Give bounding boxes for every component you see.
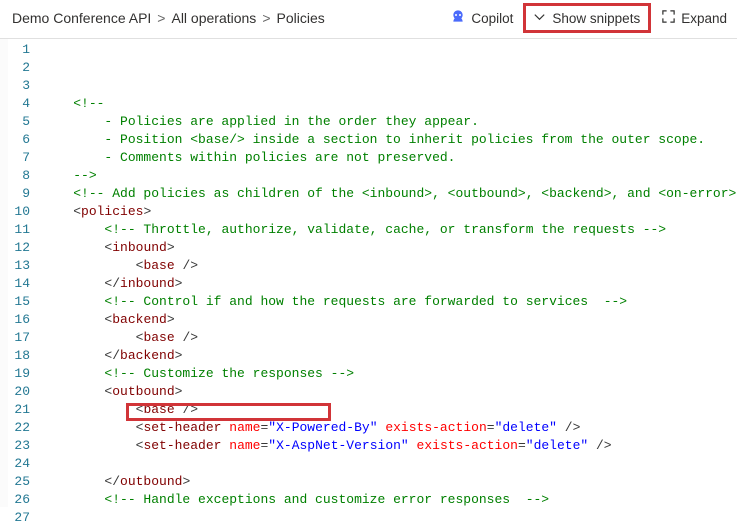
line-number: 6 bbox=[8, 131, 30, 149]
code-line[interactable]: </outbound> bbox=[42, 473, 737, 491]
code-line[interactable]: - Policies are applied in the order they… bbox=[42, 113, 737, 131]
breadcrumb-item-operations[interactable]: All operations bbox=[171, 10, 256, 26]
expand-label: Expand bbox=[681, 11, 727, 26]
line-number: 17 bbox=[8, 329, 30, 347]
annotation-highlight-box bbox=[126, 403, 331, 421]
line-number: 26 bbox=[8, 491, 30, 509]
code-line[interactable] bbox=[42, 455, 737, 473]
code-line[interactable]: <!-- bbox=[42, 95, 737, 113]
code-line[interactable]: </inbound> bbox=[42, 275, 737, 293]
breadcrumb-sep: > bbox=[262, 10, 270, 26]
line-number: 19 bbox=[8, 365, 30, 383]
expand-button[interactable]: Expand bbox=[661, 9, 727, 27]
code-line[interactable]: <!-- Handle exceptions and customize err… bbox=[42, 491, 737, 507]
line-number: 22 bbox=[8, 419, 30, 437]
code-area[interactable]: <!-- - Policies are applied in the order… bbox=[42, 39, 737, 507]
code-line[interactable]: <!-- Throttle, authorize, validate, cach… bbox=[42, 221, 737, 239]
code-line[interactable]: --> bbox=[42, 167, 737, 185]
line-number: 24 bbox=[8, 455, 30, 473]
line-number: 14 bbox=[8, 275, 30, 293]
line-number: 20 bbox=[8, 383, 30, 401]
editor-minimap[interactable] bbox=[0, 39, 8, 507]
line-number: 13 bbox=[8, 257, 30, 275]
code-line[interactable]: <set-header name="X-Powered-By" exists-a… bbox=[42, 419, 737, 437]
line-number: 27 bbox=[8, 509, 30, 527]
line-number: 12 bbox=[8, 239, 30, 257]
breadcrumb-sep: > bbox=[157, 10, 165, 26]
code-line[interactable]: <base /> bbox=[42, 257, 737, 275]
code-line[interactable]: <outbound> bbox=[42, 383, 737, 401]
line-number: 7 bbox=[8, 149, 30, 167]
expand-icon bbox=[661, 9, 676, 27]
code-line[interactable]: <backend> bbox=[42, 311, 737, 329]
breadcrumb-item-api[interactable]: Demo Conference API bbox=[12, 10, 151, 26]
copilot-label: Copilot bbox=[471, 11, 513, 26]
code-line[interactable]: </backend> bbox=[42, 347, 737, 365]
code-line[interactable]: - Comments within policies are not prese… bbox=[42, 149, 737, 167]
line-number: 15 bbox=[8, 293, 30, 311]
line-number: 4 bbox=[8, 95, 30, 113]
line-number: 16 bbox=[8, 311, 30, 329]
chevron-down-icon bbox=[532, 9, 547, 27]
show-snippets-button[interactable]: Show snippets bbox=[523, 3, 651, 33]
code-line[interactable]: <base /> bbox=[42, 329, 737, 347]
line-number: 8 bbox=[8, 167, 30, 185]
code-line[interactable]: <inbound> bbox=[42, 239, 737, 257]
header-actions: Copilot Show snippets Expand bbox=[450, 6, 727, 30]
code-line[interactable]: <!-- Add policies as children of the <in… bbox=[42, 185, 737, 203]
copilot-button[interactable]: Copilot bbox=[450, 9, 513, 28]
line-gutter: 1234567891011121314151617181920212223242… bbox=[8, 39, 42, 507]
line-number: 18 bbox=[8, 347, 30, 365]
code-line[interactable]: - Position <base/> inside a section to i… bbox=[42, 131, 737, 149]
line-number: 25 bbox=[8, 473, 30, 491]
show-snippets-label: Show snippets bbox=[552, 11, 640, 26]
copilot-icon bbox=[450, 9, 466, 28]
line-number: 9 bbox=[8, 185, 30, 203]
line-number: 2 bbox=[8, 59, 30, 77]
line-number: 3 bbox=[8, 77, 30, 95]
line-number: 21 bbox=[8, 401, 30, 419]
breadcrumb: Demo Conference API > All operations > P… bbox=[12, 10, 325, 26]
header-bar: Demo Conference API > All operations > P… bbox=[0, 0, 737, 39]
code-editor[interactable]: 1234567891011121314151617181920212223242… bbox=[0, 39, 737, 507]
code-line[interactable]: <!-- Control if and how the requests are… bbox=[42, 293, 737, 311]
code-line[interactable]: <policies> bbox=[42, 203, 737, 221]
line-number: 5 bbox=[8, 113, 30, 131]
line-number: 23 bbox=[8, 437, 30, 455]
line-number: 11 bbox=[8, 221, 30, 239]
breadcrumb-item-policies[interactable]: Policies bbox=[277, 10, 325, 26]
line-number: 1 bbox=[8, 41, 30, 59]
line-number: 10 bbox=[8, 203, 30, 221]
code-line[interactable]: <!-- Customize the responses --> bbox=[42, 365, 737, 383]
code-line[interactable]: <set-header name="X-AspNet-Version" exis… bbox=[42, 437, 737, 455]
